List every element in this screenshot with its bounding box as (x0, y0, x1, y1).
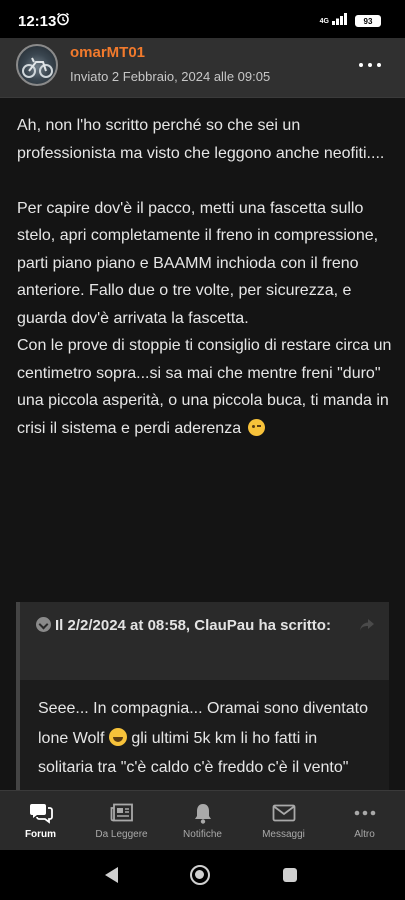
dot-icon (368, 63, 372, 67)
dot-icon (359, 63, 363, 67)
post-content: Ah, non l'ho scritto perché so che sei u… (0, 98, 405, 790)
tab-label: Forum (24, 829, 57, 840)
post-paragraph: Per capire dov'è il pacco, metti una fas… (17, 199, 379, 327)
envelope-icon (272, 802, 296, 824)
laughing-emoji-icon (108, 727, 127, 746)
quote-body: Seee... In compagnia... Oramai sono dive… (20, 680, 389, 783)
more-options-button[interactable] (359, 58, 381, 72)
status-time: 12:13 (18, 13, 57, 30)
recent-apps-icon[interactable] (283, 868, 297, 882)
tab-label: Da Leggere (95, 829, 148, 840)
author-name[interactable]: omarMT01 (70, 44, 145, 61)
newspaper-icon (110, 802, 134, 824)
post-date: Inviato 2 Febbraio, 2024 alle 09:05 (70, 69, 271, 84)
forum-icon (29, 802, 53, 824)
more-icon (354, 802, 376, 824)
battery-icon: 93 (355, 15, 381, 27)
alarm-icon (56, 12, 70, 31)
back-icon[interactable] (103, 866, 119, 889)
post-paragraph: Con le prove di stoppie ti consiglio di … (17, 332, 392, 442)
quote-block: Il 2/2/2024 at 08:58, ClauPau ha scritto… (16, 602, 389, 790)
avatar[interactable] (16, 44, 58, 86)
system-navigation-bar (0, 850, 405, 900)
status-bar: 12:13 4G 93 (0, 0, 405, 38)
dot-icon (377, 63, 381, 67)
home-icon[interactable] (190, 865, 210, 885)
post-body: Ah, non l'ho scritto perché so che sei u… (17, 112, 392, 442)
tab-label: Messaggi (262, 829, 305, 840)
chevron-down-icon[interactable] (36, 617, 51, 632)
quote-attribution: Il 2/2/2024 at 08:58, ClauPau ha scritto… (55, 617, 331, 634)
signal-icon (332, 12, 348, 30)
bell-icon (193, 802, 213, 824)
post-paragraph: Ah, non l'ho scritto perché so che sei u… (17, 117, 385, 162)
post-header: omarMT01 Inviato 2 Febbraio, 2024 alle 0… (0, 38, 405, 98)
tab-messaggi[interactable]: Messaggi (243, 791, 324, 850)
tab-da-leggere[interactable]: Da Leggere (81, 791, 162, 850)
tab-label: Altro (354, 829, 375, 840)
tab-notifiche[interactable]: Notifiche (162, 791, 243, 850)
share-icon[interactable] (359, 616, 375, 640)
tab-forum[interactable]: Forum (0, 791, 81, 850)
network-type: 4G (319, 17, 329, 25)
tab-altro[interactable]: Altro (324, 791, 405, 850)
tab-label: Notifiche (183, 829, 222, 840)
post-paragraph-text: Con le prove di stoppie ti consiglio di … (17, 337, 392, 437)
wink-emoji-icon (247, 418, 265, 436)
quote-header[interactable]: Il 2/2/2024 at 08:58, ClauPau ha scritto… (20, 602, 389, 680)
bottom-tab-bar: Forum Da Leggere Notifiche Messaggi Altr… (0, 790, 405, 850)
